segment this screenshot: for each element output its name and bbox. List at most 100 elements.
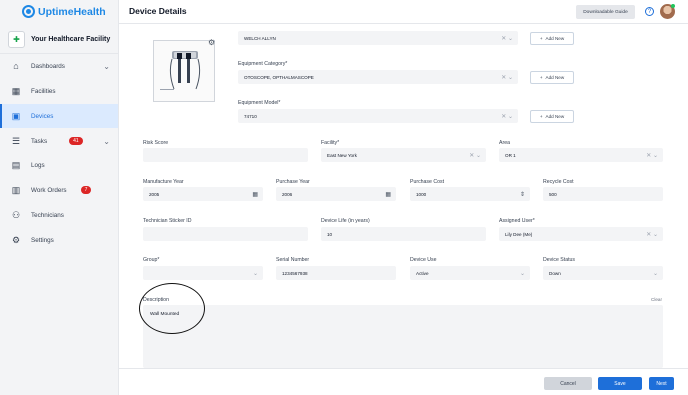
help-icon[interactable]: ? <box>645 7 654 16</box>
risk-score-input[interactable] <box>143 148 308 162</box>
calendar-icon[interactable]: ▦ <box>385 191 391 198</box>
sidebar: UptimeHealth ✚ Your Healthcare Facility … <box>0 0 119 395</box>
purchase-year-input[interactable]: 2006 ▦ <box>276 187 396 201</box>
device-image[interactable] <box>153 40 215 102</box>
facility-value: East New York <box>327 152 357 158</box>
sidebar-item-label: Work Orders <box>31 186 67 194</box>
facility-label: Facility* <box>321 140 340 146</box>
add-category-button[interactable]: + Add New <box>530 71 574 84</box>
next-button[interactable]: Next <box>649 377 674 390</box>
serial-number-value: 1234567938 <box>282 270 308 276</box>
task-list-icon: ☰ <box>11 135 21 146</box>
sidebar-item-dashboards[interactable]: ⌂ Dashboards ⌄ <box>0 54 118 78</box>
assigned-user-value: Lily Dee (Me) <box>505 231 533 237</box>
brand-logo[interactable]: UptimeHealth <box>22 5 106 18</box>
chevron-down-icon: ⌄ <box>103 61 110 71</box>
gear-icon[interactable]: ⚙ <box>208 38 215 47</box>
equipment-model-value: 74710 <box>244 113 257 119</box>
recycle-cost-label: Recycle Cost <box>543 179 574 185</box>
add-manufacturer-button[interactable]: + Add New <box>530 32 574 45</box>
building-icon: ▦ <box>11 85 21 96</box>
device-life-input[interactable]: 10 <box>321 227 486 241</box>
sidebar-item-work-orders[interactable]: ▥ Work Orders 7 <box>0 178 118 202</box>
clear-chevron-icon[interactable]: ✕ ⌄ <box>646 152 658 159</box>
logs-grid-icon: ▤ <box>11 159 21 170</box>
equipment-model-label: Equipment Model* <box>238 100 281 106</box>
sidebar-item-label: Facilities <box>31 87 56 95</box>
risk-score-label: Risk Score <box>143 140 169 146</box>
assigned-user-select[interactable]: Lily Dee (Me) ✕ ⌄ <box>499 227 663 241</box>
sidebar-item-settings[interactable]: ⚙ Settings <box>0 228 118 252</box>
manufacturer-select[interactable]: WELCH ALLYN ✕ ⌄ <box>238 31 518 45</box>
serial-number-input[interactable]: 1234567938 <box>276 266 396 280</box>
uptime-logo-icon <box>22 5 35 18</box>
device-icon: ▣ <box>11 110 21 121</box>
equipment-category-value: OTOSCOPE, OPTHALMASCOPE <box>244 74 314 80</box>
sidebar-item-label: Settings <box>31 236 54 244</box>
sidebar-item-technicians[interactable]: ⚇ Technicians <box>0 203 118 227</box>
equipment-category-select[interactable]: OTOSCOPE, OPTHALMASCOPE ✕ ⌄ <box>238 70 518 84</box>
sidebar-item-label: Tasks <box>31 137 48 145</box>
recycle-cost-input[interactable]: 500 <box>543 187 663 201</box>
users-icon: ⚇ <box>11 209 21 220</box>
device-use-label: Device Use <box>410 257 437 263</box>
stepper-icon[interactable]: ⇕ <box>520 191 525 198</box>
chevron-down-icon[interactable]: ⌄ <box>653 270 658 277</box>
clear-chevron-icon[interactable]: ✕ ⌄ <box>501 35 513 42</box>
sidebar-item-facilities[interactable]: ▦ Facilities <box>0 79 118 103</box>
purchase-year-value: 2006 <box>282 191 293 197</box>
clear-chevron-icon[interactable]: ✕ ⌄ <box>501 74 513 81</box>
sticker-id-label: Technician Sticker ID <box>143 218 192 224</box>
sticker-id-input[interactable] <box>143 227 308 241</box>
add-model-button[interactable]: + Add New <box>530 110 574 123</box>
calendar-icon[interactable]: ▦ <box>252 191 258 198</box>
sidebar-item-devices[interactable]: ▣ Devices <box>0 104 118 128</box>
plus-icon: + <box>539 36 543 41</box>
device-life-label: Device Life (in years) <box>321 218 370 224</box>
area-value: OR 1 <box>505 152 516 158</box>
add-new-label: Add New <box>545 36 565 41</box>
facility-select[interactable]: East New York ✕ ⌄ <box>321 148 486 162</box>
group-select[interactable]: ⌄ <box>143 266 263 280</box>
work-orders-count-badge: 7 <box>80 186 92 194</box>
device-use-value: Active <box>416 270 429 276</box>
chevron-down-icon: ⌄ <box>103 136 110 146</box>
purchase-cost-input[interactable]: 1000 ⇕ <box>410 187 530 201</box>
device-status-label: Device Status <box>543 257 576 263</box>
plus-icon: + <box>539 75 543 80</box>
device-use-select[interactable]: Active ⌄ <box>410 266 530 280</box>
clear-chevron-icon[interactable]: ✕ ⌄ <box>469 152 481 159</box>
tasks-count-badge: 41 <box>69 137 83 145</box>
sidebar-item-logs[interactable]: ▤ Logs <box>0 153 118 177</box>
purchase-cost-label: Purchase Cost <box>410 179 445 185</box>
clipboard-icon: ▥ <box>11 184 21 195</box>
chevron-down-icon[interactable]: ⌄ <box>520 270 525 277</box>
save-button[interactable]: Save <box>598 377 642 390</box>
equipment-category-label: Equipment Category* <box>238 61 288 67</box>
home-icon: ⌂ <box>13 61 19 71</box>
purchase-year-label: Purchase Year <box>276 179 310 185</box>
manufacture-year-input[interactable]: 2005 ▦ <box>143 187 263 201</box>
area-select[interactable]: OR 1 ✕ ⌄ <box>499 148 663 162</box>
top-header: Device Details Downloadable Guide ? <box>119 0 688 24</box>
cancel-button[interactable]: Cancel <box>544 377 592 390</box>
chevron-down-icon[interactable]: ⌄ <box>253 270 258 277</box>
facility-selector[interactable]: ✚ Your Healthcare Facility <box>0 26 118 54</box>
description-textarea[interactable] <box>143 305 663 368</box>
device-status-select[interactable]: Down ⌄ <box>543 266 663 280</box>
downloadable-guide-button[interactable]: Downloadable Guide <box>576 5 635 19</box>
equipment-model-select[interactable]: 74710 ✕ ⌄ <box>238 109 518 123</box>
area-label: Area <box>499 140 510 146</box>
sidebar-item-tasks[interactable]: ☰ Tasks 41 ⌄ <box>0 129 118 153</box>
add-new-label: Add New <box>545 114 565 119</box>
facility-logo-icon: ✚ <box>8 31 25 48</box>
app-root: UptimeHealth ✚ Your Healthcare Facility … <box>0 0 688 395</box>
group-label: Group* <box>143 257 160 263</box>
brand-name: UptimeHealth <box>38 5 106 18</box>
clear-chevron-icon[interactable]: ✕ ⌄ <box>501 113 513 120</box>
manufacturer-value: WELCH ALLYN <box>244 35 276 41</box>
clear-description-link[interactable]: Clear <box>651 297 662 302</box>
plus-icon: + <box>539 114 543 119</box>
purchase-cost-value: 1000 <box>416 191 427 197</box>
clear-chevron-icon[interactable]: ✕ ⌄ <box>646 231 658 238</box>
